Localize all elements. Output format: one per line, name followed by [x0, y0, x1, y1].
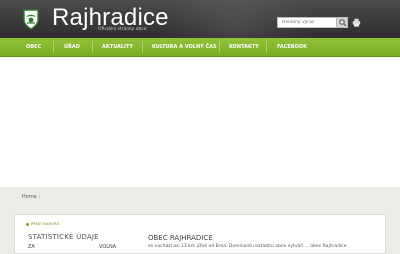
search-box [277, 17, 348, 28]
site-subtitle: Oficiální stránky obce [98, 27, 147, 32]
nav-divider [142, 41, 143, 53]
main-nav: OBEC ÚŘAD AKTUALITY KULTURA A VOLNÝ ČAS … [0, 38, 400, 57]
nav-divider [266, 41, 267, 53]
nav-divider [53, 41, 54, 53]
statistics-heading: STATISTICKÉ ÚDAJE [28, 233, 99, 241]
nav-item-obec[interactable]: OBEC [26, 38, 41, 56]
crest-icon[interactable] [22, 8, 40, 30]
content-panel: PŘEJÍT NAHORU STATISTICKÉ ÚDAJE ZA VOLNA… [14, 214, 386, 254]
site-header: Rajhradice Oficiální stránky obce [0, 0, 400, 70]
page-title: OBEC RAJHRADICE [148, 234, 213, 242]
statistics-value: VOLNA [99, 244, 117, 250]
back-to-top-label: PŘEJÍT NAHORU [31, 222, 60, 226]
nav-item-facebook[interactable]: FACEBOOK [277, 38, 307, 56]
nav-item-urad[interactable]: ÚŘAD [64, 38, 80, 56]
nav-divider [92, 41, 93, 53]
intro-text: se nachází asi 13 km jižně od Brna. Domi… [148, 244, 347, 249]
search-button[interactable] [336, 18, 347, 27]
nav-divider [219, 41, 220, 53]
arrow-up-icon [26, 222, 29, 226]
nav-item-aktuality[interactable]: AKTUALITY [102, 38, 133, 56]
nav-item-kontakty[interactable]: KONTAKTY [229, 38, 259, 56]
breadcrumb-home[interactable]: Home [22, 194, 37, 200]
search-icon [339, 19, 347, 27]
breadcrumb: Home › [22, 194, 41, 200]
breadcrumb-arrow-icon: › [38, 194, 41, 200]
back-to-top-link[interactable]: PŘEJÍT NAHORU [26, 222, 59, 226]
statistics-label: ZA [28, 244, 35, 250]
search-input[interactable] [278, 18, 340, 27]
nav-item-kultura[interactable]: KULTURA A VOLNÝ ČAS [152, 38, 217, 56]
print-icon[interactable] [352, 18, 361, 27]
hero-banner [0, 57, 400, 187]
